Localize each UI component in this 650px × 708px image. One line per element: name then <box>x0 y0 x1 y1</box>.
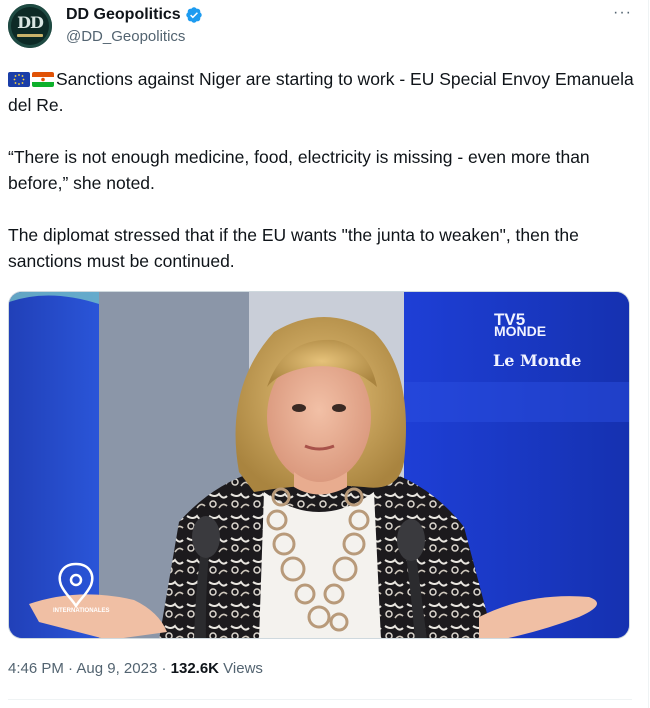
tweet-paragraph-1: Sanctions against Niger are starting to … <box>8 66 634 118</box>
avatar[interactable]: DD <box>8 4 52 48</box>
author-display-name[interactable]: DD Geopolitics <box>66 6 181 24</box>
niger-flag-icon <box>32 72 54 87</box>
program-label: INTERNATIONALES <box>53 608 110 614</box>
tv-interview-photo: TV5 MONDE Le Monde INTERNATIONALES <box>9 292 629 638</box>
more-options-icon[interactable]: ··· <box>613 4 632 22</box>
author-name-row: DD Geopolitics <box>66 5 203 25</box>
avatar-logo-bar <box>17 34 43 37</box>
author-handle[interactable]: @DD_Geopolitics <box>66 28 185 45</box>
views-count: 132.6K <box>170 660 220 677</box>
tweet-paragraph-3: The diplomat stressed that if the EU wan… <box>8 225 579 271</box>
verified-badge-icon <box>185 7 202 23</box>
divider <box>8 699 632 700</box>
tweet-time[interactable]: 4:46 PM <box>8 660 64 677</box>
tweet-date[interactable]: Aug 9, 2023 <box>76 660 157 677</box>
tweet-paragraph-2: “There is not enough medicine, food, ele… <box>8 147 590 193</box>
lemonde-logo-text: Le Monde <box>493 351 581 370</box>
tweet-text-line-1: Sanctions against Niger are starting to … <box>8 69 634 115</box>
monde-logo-text: MONDE <box>494 323 546 339</box>
avatar-logo-text: DD <box>17 13 44 32</box>
timeline-border <box>648 0 649 708</box>
meta-separator: · <box>157 660 171 677</box>
meta-separator: · <box>63 660 77 677</box>
eu-flag-icon <box>8 72 30 87</box>
tweet-media-image[interactable]: TV5 MONDE Le Monde INTERNATIONALES <box>8 291 630 639</box>
tweet-header: DD DD Geopolitics @DD_Geopolitics ··· <box>8 4 636 50</box>
views-label: Views <box>219 660 263 677</box>
tweet-body: Sanctions against Niger are starting to … <box>8 66 634 274</box>
tweet-meta: 4:46 PM · Aug 9, 2023 · 132.6K Views <box>8 660 263 677</box>
